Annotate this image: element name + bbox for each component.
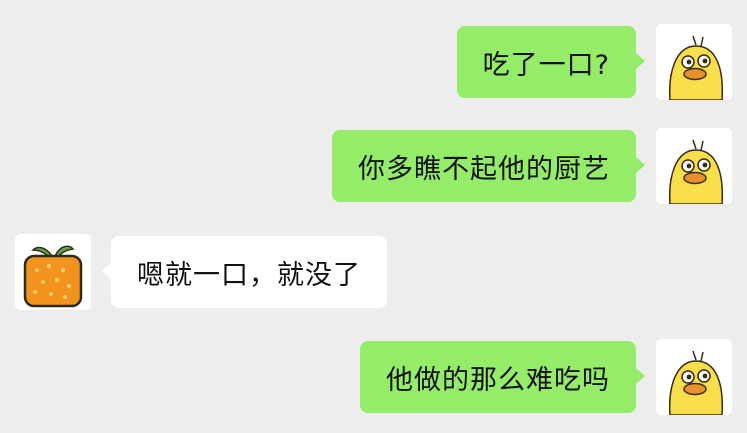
orange-fruit-icon xyxy=(15,234,91,310)
bubble-tail xyxy=(102,263,111,279)
yellow-duck-icon xyxy=(656,339,732,415)
message-row: 吃了一口? xyxy=(0,24,747,104)
message-bubble-outgoing[interactable]: 你多瞧不起他的厨艺 xyxy=(332,130,636,202)
message-text: 他做的那么难吃吗 xyxy=(386,364,610,396)
message-row: 嗯就一口，就没了 xyxy=(0,234,747,314)
bubble-tail xyxy=(636,368,645,384)
message-bubble-incoming[interactable]: 嗯就一口，就没了 xyxy=(111,236,387,308)
user-avatar[interactable] xyxy=(656,24,732,100)
message-text: 吃了一口? xyxy=(482,49,610,81)
message-bubble-outgoing[interactable]: 吃了一口? xyxy=(456,26,636,98)
user-avatar[interactable] xyxy=(656,128,732,204)
yellow-duck-icon xyxy=(656,128,732,204)
contact-avatar[interactable] xyxy=(15,234,91,310)
chat-area: 吃了一口? 你多瞧不起他的厨艺 嗯就一口，就没了 他做的那么难吃吗 xyxy=(0,0,747,433)
message-bubble-outgoing[interactable]: 他做的那么难吃吗 xyxy=(360,341,636,413)
message-row: 你多瞧不起他的厨艺 xyxy=(0,128,747,208)
bubble-tail xyxy=(636,157,645,173)
message-row: 他做的那么难吃吗 xyxy=(0,339,747,419)
message-text: 你多瞧不起他的厨艺 xyxy=(358,153,610,185)
message-text: 嗯就一口，就没了 xyxy=(137,259,361,291)
bubble-tail xyxy=(636,53,645,69)
yellow-duck-icon xyxy=(656,24,732,100)
user-avatar[interactable] xyxy=(656,339,732,415)
